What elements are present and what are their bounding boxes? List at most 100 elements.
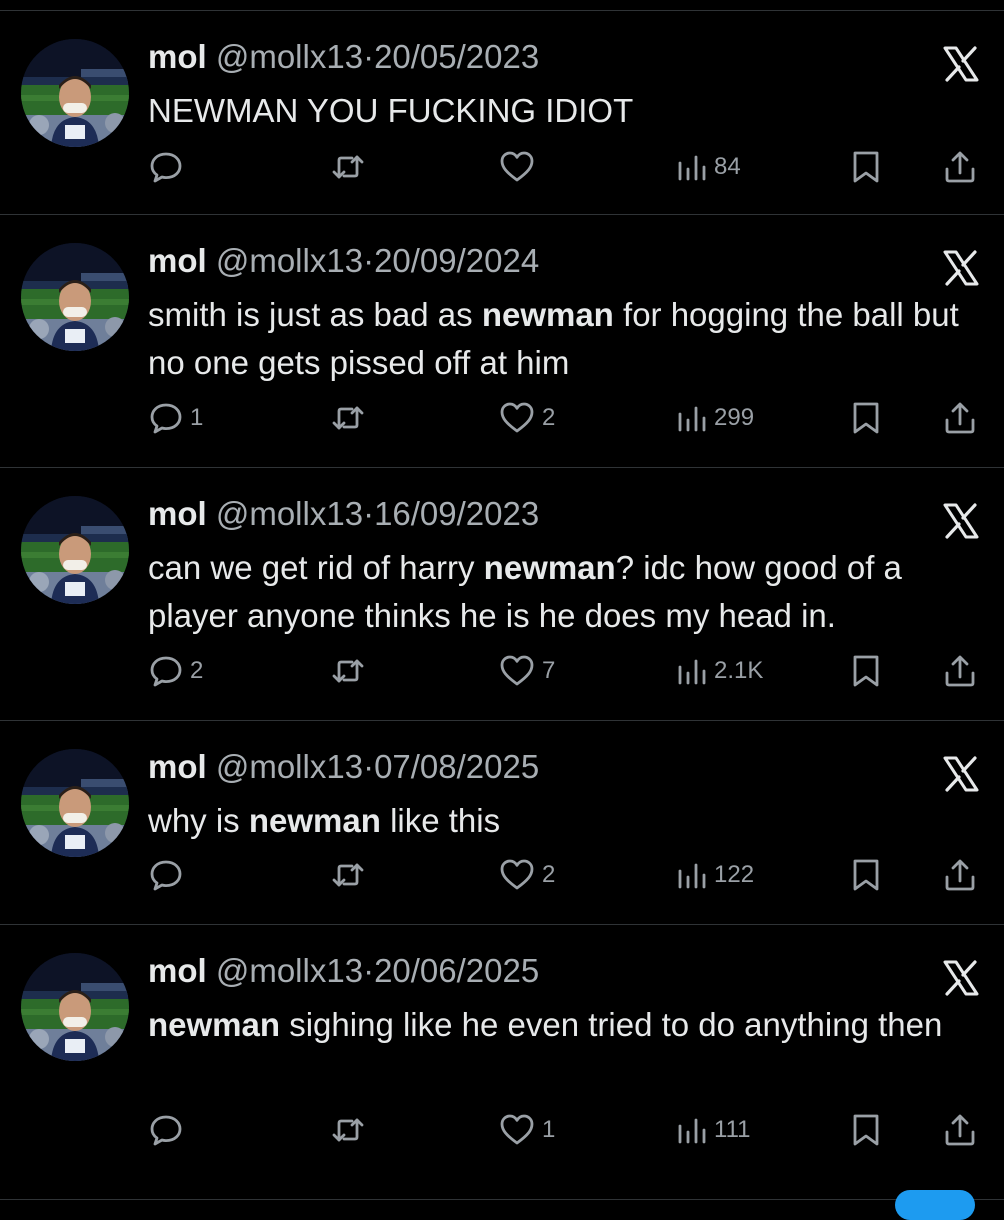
retweet-icon	[330, 400, 366, 436]
tweet-date[interactable]: 07/08/2025	[374, 748, 539, 785]
tweet-date[interactable]: 20/09/2024	[374, 242, 539, 279]
reply-icon	[148, 400, 184, 436]
avatar[interactable]	[21, 243, 129, 351]
retweet-button[interactable]	[330, 1110, 372, 1150]
bookmark-button[interactable]	[850, 398, 882, 438]
avatar[interactable]	[21, 953, 129, 1061]
bookmark-icon	[850, 400, 882, 436]
tweet-actions: 1 111	[0, 1110, 1004, 1150]
share-icon	[942, 400, 978, 436]
like-button[interactable]	[498, 147, 542, 187]
bookmark-icon	[850, 149, 882, 185]
reply-button[interactable]	[148, 1110, 190, 1150]
author-handle[interactable]: @mollx13	[216, 952, 363, 989]
text-segment: like this	[380, 802, 501, 839]
retweet-button[interactable]	[330, 398, 372, 438]
author-name[interactable]: mol	[148, 952, 207, 989]
likes-count: 2	[542, 861, 556, 888]
retweet-button[interactable]	[330, 651, 372, 691]
like-button[interactable]: 1	[498, 1110, 555, 1150]
separator-dot: ·	[363, 748, 375, 785]
likes-count: 1	[542, 1116, 556, 1143]
retweet-button[interactable]	[330, 147, 372, 187]
tweet-actions: 2 122	[0, 855, 1004, 895]
views-button[interactable]: 111	[676, 1110, 750, 1150]
views-icon	[676, 1112, 708, 1148]
share-icon	[942, 857, 978, 893]
share-button[interactable]	[942, 398, 978, 438]
views-button[interactable]: 299	[676, 398, 754, 438]
views-count: 111	[714, 1116, 751, 1143]
separator-dot: ·	[363, 242, 375, 279]
replies-count: 2	[190, 657, 204, 684]
tweet-date[interactable]: 20/05/2023	[374, 38, 539, 75]
avatar[interactable]	[21, 39, 129, 147]
compose-button-edge[interactable]	[895, 1190, 975, 1220]
bookmark-icon	[850, 1112, 882, 1148]
like-button[interactable]: 2	[498, 855, 555, 895]
bookmark-icon	[850, 857, 882, 893]
reply-button[interactable]	[148, 855, 190, 895]
share-button[interactable]	[942, 147, 978, 187]
author-name[interactable]: mol	[148, 495, 207, 532]
reply-icon	[148, 1112, 184, 1148]
tweet-text: can we get rid of harry newman? idc how …	[148, 544, 988, 640]
share-button[interactable]	[942, 855, 978, 895]
tweet-actions: 2 7 2.1K	[0, 651, 1004, 691]
like-button[interactable]: 2	[498, 398, 555, 438]
heart-icon	[498, 653, 536, 689]
separator-dot: ·	[363, 495, 375, 532]
avatar[interactable]	[21, 496, 129, 604]
highlighted-term: newman	[248, 802, 381, 839]
views-button[interactable]: 122	[676, 855, 754, 895]
bookmark-button[interactable]	[850, 855, 882, 895]
bookmark-button[interactable]	[850, 1110, 882, 1150]
text-segment: smith is just as bad as	[148, 296, 482, 333]
tweet-date[interactable]: 16/09/2023	[374, 495, 539, 532]
tweet-item[interactable]: mol @mollx13·20/09/2024 smith is just as…	[0, 215, 1004, 468]
reply-button[interactable]	[148, 147, 190, 187]
views-icon	[676, 653, 708, 689]
tweet-header: mol @mollx13·16/09/2023	[148, 494, 539, 534]
text-segment: YOU FUCKING IDIOT	[298, 92, 634, 129]
retweet-icon	[330, 653, 366, 689]
author-handle[interactable]: @mollx13	[216, 748, 363, 785]
share-button[interactable]	[942, 651, 978, 691]
tweet-header: mol @mollx13·20/05/2023	[148, 37, 539, 77]
tweet-item[interactable]: mol @mollx13·20/05/2023 NEWMAN YOU FUCKI…	[0, 11, 1004, 215]
author-name[interactable]: mol	[148, 748, 207, 785]
views-button[interactable]: 84	[676, 147, 741, 187]
author-name[interactable]: mol	[148, 242, 207, 279]
tweet-item[interactable]: mol @mollx13·16/09/2023 can we get rid o…	[0, 468, 1004, 721]
views-button[interactable]: 2.1K	[676, 651, 763, 691]
views-icon	[676, 400, 708, 436]
like-button[interactable]: 7	[498, 651, 555, 691]
tweet-date[interactable]: 20/06/2025	[374, 952, 539, 989]
tweet-item[interactable]: mol @mollx13·20/06/2025 newman sighing l…	[0, 925, 1004, 1200]
author-handle[interactable]: @mollx13	[216, 495, 363, 532]
highlighted-term: newman	[148, 1006, 281, 1043]
bookmark-button[interactable]	[850, 651, 882, 691]
tweet-header: mol @mollx13·07/08/2025	[148, 747, 539, 787]
text-segment: NEWMAN	[148, 92, 299, 129]
heart-icon	[498, 857, 536, 893]
reply-button[interactable]: 1	[148, 398, 203, 438]
text-segment: can we get rid of harry	[148, 549, 484, 586]
bookmark-button[interactable]	[850, 147, 882, 187]
x-logo-icon	[942, 502, 980, 540]
tweet-item[interactable]: mol @mollx13·07/08/2025 why is newman li…	[0, 721, 1004, 925]
highlighted-term: newman	[481, 296, 614, 333]
author-handle[interactable]: @mollx13	[216, 38, 363, 75]
text-segment: why is	[148, 802, 249, 839]
x-logo-icon	[942, 45, 980, 83]
reply-icon	[148, 149, 184, 185]
reply-button[interactable]: 2	[148, 651, 203, 691]
views-count: 2.1K	[714, 657, 764, 684]
author-handle[interactable]: @mollx13	[216, 242, 363, 279]
avatar[interactable]	[21, 749, 129, 857]
tweet-text: smith is just as bad as newman for hoggi…	[148, 291, 988, 387]
share-button[interactable]	[942, 1110, 978, 1150]
retweet-button[interactable]	[330, 855, 372, 895]
author-name[interactable]: mol	[148, 38, 207, 75]
highlighted-term: newman	[483, 549, 616, 586]
